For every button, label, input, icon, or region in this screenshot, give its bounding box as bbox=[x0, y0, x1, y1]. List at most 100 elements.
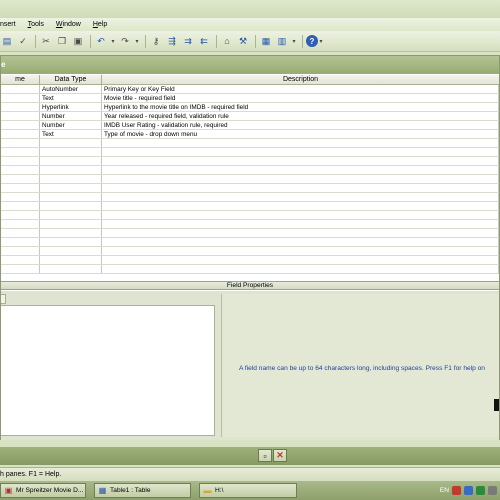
undo-dropdown-icon[interactable]: ▾ bbox=[110, 34, 116, 48]
field-name-cell[interactable] bbox=[1, 256, 40, 264]
description-cell[interactable] bbox=[102, 256, 499, 264]
network-icon[interactable] bbox=[464, 486, 473, 495]
description-cell[interactable] bbox=[102, 139, 499, 147]
table-row[interactable] bbox=[1, 157, 499, 166]
field-name-cell[interactable] bbox=[1, 121, 40, 129]
table-row[interactable] bbox=[1, 220, 499, 229]
field-name-cell[interactable] bbox=[1, 130, 40, 138]
field-name-cell[interactable] bbox=[1, 193, 40, 201]
properties-list[interactable] bbox=[1, 305, 215, 436]
field-name-cell[interactable] bbox=[1, 103, 40, 111]
table-row[interactable] bbox=[1, 175, 499, 184]
table-row[interactable]: Text Type of movie - drop down menu bbox=[1, 130, 499, 139]
menu-window[interactable]: Window bbox=[50, 21, 87, 28]
general-tab[interactable] bbox=[1, 294, 6, 304]
description-cell[interactable] bbox=[102, 247, 499, 255]
table-row[interactable]: AutoNumber Primary Key or Key Field bbox=[1, 85, 499, 94]
field-name-cell[interactable] bbox=[1, 238, 40, 246]
delete-rows-icon[interactable]: ⇇ bbox=[197, 34, 211, 48]
description-cell[interactable] bbox=[102, 148, 499, 156]
table-row[interactable] bbox=[1, 202, 499, 211]
table-row[interactable] bbox=[1, 256, 499, 265]
cut-icon[interactable]: ✂ bbox=[39, 34, 53, 48]
field-name-cell[interactable] bbox=[1, 157, 40, 165]
help-icon[interactable]: ? bbox=[306, 35, 318, 47]
field-name-cell[interactable] bbox=[1, 94, 40, 102]
data-type-cell[interactable] bbox=[40, 166, 102, 174]
table-row[interactable] bbox=[1, 265, 499, 274]
restore-icon[interactable]: ▫ bbox=[258, 449, 272, 462]
spelling-icon[interactable]: ✓ bbox=[16, 34, 30, 48]
description-cell[interactable] bbox=[102, 193, 499, 201]
header-data-type[interactable]: Data Type bbox=[40, 75, 102, 84]
field-name-cell[interactable] bbox=[1, 175, 40, 183]
description-cell[interactable] bbox=[102, 265, 499, 273]
volume-icon[interactable] bbox=[488, 486, 497, 495]
menu-insert[interactable]: nsert bbox=[0, 21, 22, 28]
description-cell[interactable]: Hyperlink to the movie title on IMDB - r… bbox=[102, 103, 499, 111]
menu-help[interactable]: Help bbox=[87, 21, 113, 28]
description-cell[interactable] bbox=[102, 229, 499, 237]
field-name-cell[interactable] bbox=[1, 229, 40, 237]
table-row[interactable] bbox=[1, 148, 499, 157]
table-row[interactable] bbox=[1, 193, 499, 202]
antivirus-icon[interactable] bbox=[452, 486, 461, 495]
description-cell[interactable] bbox=[102, 166, 499, 174]
redo-icon[interactable]: ↷ bbox=[118, 34, 132, 48]
toolbar-options-icon[interactable]: ▾ bbox=[318, 34, 324, 48]
field-name-cell[interactable] bbox=[1, 202, 40, 210]
data-type-cell[interactable]: Text bbox=[40, 130, 102, 138]
insert-rows-icon[interactable]: ⇉ bbox=[181, 34, 195, 48]
data-type-cell[interactable]: AutoNumber bbox=[40, 85, 102, 93]
properties-icon[interactable]: ⌂ bbox=[220, 34, 234, 48]
data-type-cell[interactable]: Hyperlink bbox=[40, 103, 102, 111]
data-type-cell[interactable] bbox=[40, 157, 102, 165]
menu-tools[interactable]: Tools bbox=[22, 21, 50, 28]
taskbar-item-table1[interactable]: ▦ Table1 : Table bbox=[94, 483, 191, 498]
data-type-cell[interactable] bbox=[40, 202, 102, 210]
table-row[interactable] bbox=[1, 139, 499, 148]
description-cell[interactable] bbox=[102, 184, 499, 192]
build-icon[interactable]: ⚒ bbox=[236, 34, 250, 48]
field-name-cell[interactable] bbox=[1, 247, 40, 255]
taskbar-item-movie-db[interactable]: ▣ Mr Spreitzer Movie D... bbox=[0, 483, 86, 498]
table-row[interactable] bbox=[1, 247, 499, 256]
data-type-cell[interactable] bbox=[40, 148, 102, 156]
taskbar-item-h-drive[interactable]: ▬ H:\ bbox=[199, 483, 297, 498]
description-cell[interactable]: Type of movie - drop down menu bbox=[102, 130, 499, 138]
field-name-cell[interactable] bbox=[1, 220, 40, 228]
close-icon[interactable]: ✕ bbox=[273, 449, 287, 462]
database-window-icon[interactable]: ▦ bbox=[259, 34, 273, 48]
redo-dropdown-icon[interactable]: ▾ bbox=[134, 34, 140, 48]
data-type-cell[interactable] bbox=[40, 211, 102, 219]
language-indicator[interactable]: EN bbox=[440, 487, 449, 494]
data-type-cell[interactable] bbox=[40, 265, 102, 273]
data-type-cell[interactable] bbox=[40, 139, 102, 147]
table-row[interactable] bbox=[1, 229, 499, 238]
primary-key-icon[interactable]: ⚷ bbox=[149, 34, 163, 48]
table-row[interactable]: Text Movie title - required field bbox=[1, 94, 499, 103]
field-name-cell[interactable] bbox=[1, 139, 40, 147]
data-type-cell[interactable]: Number bbox=[40, 112, 102, 120]
header-description[interactable]: Description bbox=[102, 75, 499, 84]
data-type-cell[interactable] bbox=[40, 247, 102, 255]
field-name-cell[interactable] bbox=[1, 211, 40, 219]
description-cell[interactable] bbox=[102, 238, 499, 246]
description-cell[interactable] bbox=[102, 211, 499, 219]
new-object-dropdown-icon[interactable]: ▾ bbox=[291, 34, 297, 48]
field-name-cell[interactable] bbox=[1, 148, 40, 156]
field-name-cell[interactable] bbox=[1, 112, 40, 120]
description-cell[interactable]: Movie title - required field bbox=[102, 94, 499, 102]
paste-icon[interactable]: ▣ bbox=[71, 34, 85, 48]
table-row[interactable] bbox=[1, 211, 499, 220]
table-row[interactable]: Number Year released - required field, va… bbox=[1, 112, 499, 121]
data-type-cell[interactable] bbox=[40, 193, 102, 201]
field-name-cell[interactable] bbox=[1, 184, 40, 192]
description-cell[interactable] bbox=[102, 220, 499, 228]
new-object-icon[interactable]: ▥ bbox=[275, 34, 289, 48]
field-name-cell[interactable] bbox=[1, 265, 40, 273]
data-type-cell[interactable] bbox=[40, 238, 102, 246]
data-type-cell[interactable] bbox=[40, 184, 102, 192]
undo-icon[interactable]: ↶ bbox=[94, 34, 108, 48]
description-cell[interactable]: Primary Key or Key Field bbox=[102, 85, 499, 93]
